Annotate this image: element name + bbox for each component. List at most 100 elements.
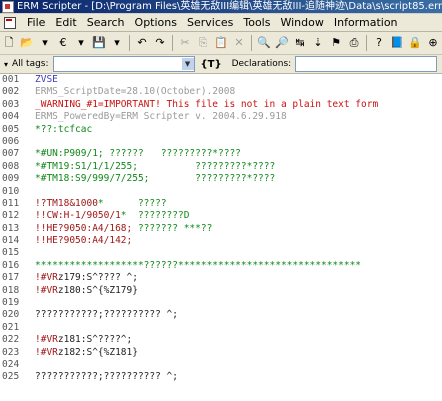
code-line[interactable]: 001 ZVSE	[0, 74, 442, 86]
code-line[interactable]: 012 !!CW:H-1/9050/1* ????????D	[0, 210, 442, 222]
code-line[interactable]: 010	[0, 186, 442, 198]
code-text: z179:S^???? ^;	[57, 272, 138, 284]
code-line[interactable]: 014 !!HE?9050:A4/142;	[0, 235, 442, 247]
code-line[interactable]: 008 *#TM19:S1/1/1/255; ?????????*????	[0, 161, 442, 173]
cut-icon[interactable]: ✂	[177, 35, 193, 51]
menu-tools[interactable]: Tools	[238, 14, 275, 31]
code-text: ???????????;?????????? ^;	[35, 309, 178, 321]
code-text: _WARNING_#1=IMPORTANT! This file is not …	[35, 98, 379, 110]
code-line[interactable]: 005 *??:tcfcac	[0, 124, 442, 136]
line-number: 021	[2, 321, 20, 333]
code-text: z180:S^{%Z179}	[57, 284, 138, 296]
help-book-icon[interactable]: 📘	[389, 35, 405, 51]
find-icon[interactable]: 🔍	[256, 35, 272, 51]
code-text: *******************??????***************…	[35, 259, 362, 271]
code-line[interactable]: 021	[0, 322, 442, 334]
menu-file[interactable]: File	[22, 14, 50, 31]
menu-window[interactable]: Window	[275, 14, 328, 31]
code-line[interactable]: 020 ???????????;?????????? ^;	[0, 309, 442, 321]
code-line[interactable]: 004 ERMS_PoweredBy=ERM Scripter v. 2004.6…	[0, 111, 442, 123]
declarations-combo[interactable]	[295, 56, 438, 72]
menu-options[interactable]: Options	[130, 14, 182, 31]
new-file-icon[interactable]: 🗋	[1, 35, 17, 51]
code-text: !#VR	[35, 334, 58, 346]
redo-icon[interactable]: ↷	[152, 35, 168, 51]
goto-line-icon[interactable]: ⇣	[310, 35, 326, 51]
menu-information[interactable]: Information	[329, 14, 403, 31]
menu-search[interactable]: Search	[82, 14, 130, 31]
delete-icon[interactable]: ✕	[231, 35, 247, 51]
menu-bar: File Edit Search Options Services Tools …	[0, 14, 442, 32]
code-line[interactable]: 007 *#UN:P909/1; ?????? ?????????*????	[0, 148, 442, 160]
lock-icon[interactable]: 🔒	[407, 35, 423, 51]
line-number: 012	[2, 210, 20, 222]
app-icon	[2, 0, 14, 13]
code-line[interactable]: 009 *#TM18:S9/999/7/255; ?????????*????	[0, 173, 442, 185]
menu-edit[interactable]: Edit	[50, 14, 81, 31]
line-number: 018	[2, 284, 20, 296]
dropdown-arrow-icon[interactable]: ▾	[37, 35, 53, 51]
code-line[interactable]: 002 ERMS_ScriptDate=28.10(October).2008	[0, 86, 442, 98]
line-number: 010	[2, 185, 20, 197]
code-text: *??:tcfcac	[35, 123, 93, 135]
curly-tag-button[interactable]: {T}	[201, 59, 222, 70]
code-line[interactable]: 016 *******************??????************…	[0, 260, 442, 272]
line-number: 007	[2, 148, 20, 160]
save-icon[interactable]: 💾	[91, 35, 107, 51]
line-number: 008	[2, 160, 20, 172]
code-line[interactable]: 022 !#VRz181:S^????^;	[0, 334, 442, 346]
line-number: 001	[2, 74, 20, 85]
print-icon[interactable]: ⎙	[346, 35, 362, 51]
dropdown-arrow-icon[interactable]: ▾	[73, 35, 89, 51]
copy-icon[interactable]: ⎘	[195, 35, 211, 51]
find-next-icon[interactable]: 🔎	[274, 35, 290, 51]
tags-dropdown-icon[interactable]: ▾	[4, 60, 8, 69]
code-line[interactable]: 024	[0, 359, 442, 371]
code-line[interactable]: 006	[0, 136, 442, 148]
toolbar-separator	[129, 35, 130, 51]
line-number: 005	[2, 123, 20, 135]
open-folder-icon[interactable]: 📂	[19, 35, 35, 51]
code-text: z182:S^{%Z181}	[57, 346, 138, 358]
code-editor[interactable]: 001 ZVSE 002 ERMS_ScriptDate=28.10(October)…	[0, 74, 442, 401]
line-number: 014	[2, 235, 20, 247]
undo-icon[interactable]: ↶	[134, 35, 150, 51]
tags-bar: ▾ All tags: ▼ {T} Declarations:	[0, 55, 442, 74]
code-line[interactable]: 018 !#VRz180:S^{%Z179}	[0, 285, 442, 297]
line-number: 006	[2, 135, 20, 147]
code-text: *#TM18:S9/999/7/255; ?????????*????	[35, 173, 276, 185]
code-line[interactable]: 013 !!HE?9050:A4/168; ??????? ***??	[0, 223, 442, 235]
code-line[interactable]: 003 _WARNING_#1=IMPORTANT! This file is n…	[0, 99, 442, 111]
all-tags-combo[interactable]: ▼	[52, 56, 195, 72]
code-line[interactable]: 019	[0, 297, 442, 309]
line-number: 002	[2, 86, 20, 98]
title-bar: ERM Scripter - [D:\Program Files\英雄无敌III…	[0, 0, 442, 13]
line-number: 011	[2, 197, 20, 209]
code-text: !#VR	[35, 346, 58, 358]
chevron-down-icon[interactable]: ▼	[181, 58, 194, 70]
code-line[interactable]: 015	[0, 247, 442, 259]
code-text: !#VR	[35, 284, 58, 296]
reopen-icon[interactable]: €	[55, 35, 71, 51]
line-number: 004	[2, 111, 20, 123]
toolbar-separator	[366, 35, 367, 51]
document-system-icon[interactable]	[4, 16, 16, 29]
menu-services[interactable]: Services	[182, 14, 238, 31]
replace-icon[interactable]: ↹	[292, 35, 308, 51]
window-title: ERM Scripter - [D:\Program Files\英雄无敌III…	[17, 1, 442, 12]
code-line[interactable]: 023 !#VRz182:S^{%Z181}	[0, 347, 442, 359]
code-line[interactable]: 011 !?TM18&1000* ?????	[0, 198, 442, 210]
line-number: 019	[2, 297, 20, 309]
script-check-icon[interactable]: ?	[371, 35, 387, 51]
code-line[interactable]: 017 !#VRz179:S^???? ^;	[0, 272, 442, 284]
code-text: !!CW:H-1/9050/1	[35, 210, 121, 222]
code-line[interactable]: 025 ???????????;?????????? ^;	[0, 371, 442, 383]
pin-icon[interactable]: ⊕	[425, 35, 441, 51]
paste-icon[interactable]: 📋	[213, 35, 229, 51]
code-text: ???????????;?????????? ^;	[35, 371, 178, 383]
line-number: 015	[2, 247, 20, 259]
bookmark-icon[interactable]: ⚑	[328, 35, 344, 51]
code-text: z181:S^????^;	[57, 334, 133, 346]
dropdown-arrow-icon[interactable]: ▾	[109, 35, 125, 51]
line-number: 022	[2, 334, 20, 346]
